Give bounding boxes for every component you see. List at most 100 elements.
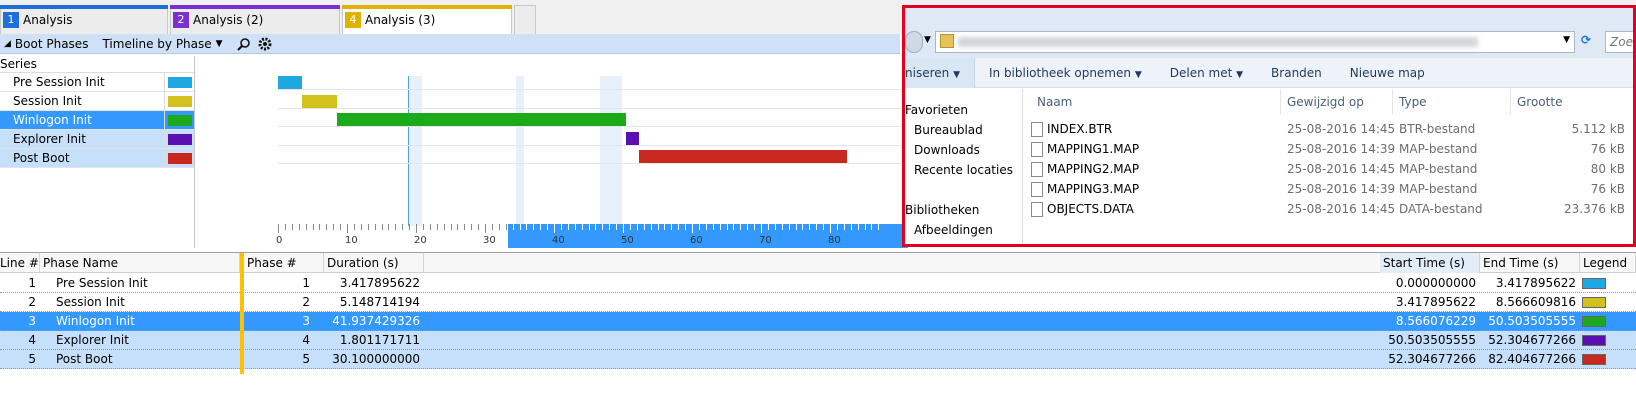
col-line[interactable]: Line # [0, 253, 40, 273]
gridline [278, 144, 908, 146]
axis-tick [429, 224, 431, 230]
table-row[interactable]: 3 Winlogon Init 3 41.937429326 8.566076229 50… [0, 312, 1636, 331]
axis-tick [526, 224, 528, 230]
search-input[interactable]: Zoek [1605, 31, 1633, 53]
selection-shade [600, 76, 622, 226]
col-phase-num[interactable]: Phase # [244, 253, 324, 273]
timeline-bar-winlogon-init[interactable] [337, 113, 627, 126]
axis-tick [367, 224, 369, 230]
search-button[interactable] [236, 37, 251, 51]
favorites-header[interactable]: Favorieten [905, 100, 1022, 120]
axis-tick-label: 60 [690, 235, 703, 246]
table-row[interactable]: 4 Explorer Init 4 1.801171711 50.503505555 52… [0, 331, 1636, 350]
series-swatch[interactable] [168, 77, 192, 88]
share-with-button[interactable]: Delen met ▼ [1156, 58, 1257, 88]
back-button[interactable] [905, 31, 923, 53]
x-axis[interactable]: 0 10 20 30 40 50 60 70 80 [276, 224, 908, 248]
series-item[interactable]: Explorer Init [0, 130, 194, 149]
col-size[interactable]: Grootte [1511, 89, 1633, 115]
cell-duration: 1.801171711 [339, 333, 420, 347]
address-field[interactable]: ▼ [935, 31, 1575, 53]
graph-collapse[interactable]: ◢ Boot Phases [4, 37, 88, 51]
series-swatch[interactable] [168, 153, 192, 164]
command-bar: niseren ▼ In bibliotheek opnemen ▼ Delen… [905, 57, 1633, 88]
file-row[interactable]: OBJECTS.DATA 25-08-2016 14:45 DATA-bestand… [1023, 199, 1633, 219]
table-row[interactable]: 5 Post Boot 5 30.100000000 52.304677266 82.40… [0, 350, 1636, 369]
new-tab-button[interactable] [514, 5, 536, 34]
axis-tick [278, 224, 279, 233]
axis-tick [333, 224, 335, 230]
file-modified: 25-08-2016 14:39 [1287, 182, 1396, 196]
col-name[interactable]: Naam [1031, 89, 1281, 115]
nav-item-afbeeldingen[interactable]: Afbeeldingen [905, 220, 1022, 240]
file-type: MAP-bestand [1399, 142, 1478, 156]
timeline-bar-explorer-init[interactable] [626, 131, 639, 145]
nav-item-recent[interactable]: Recente locaties [905, 160, 1022, 180]
legend-swatch [1582, 297, 1606, 308]
col-phase-name[interactable]: Phase Name [40, 253, 240, 273]
axis-tick [754, 224, 756, 230]
series-item[interactable]: Post Boot [0, 149, 194, 168]
libraries-header[interactable]: Bibliotheken [905, 200, 1022, 220]
file-row[interactable]: INDEX.BTR 25-08-2016 14:45 BTR-bestand 5.11… [1023, 119, 1633, 139]
tab-analysis-1[interactable]: 1 Analysis [0, 5, 168, 34]
axis-tick [595, 224, 597, 230]
col-duration[interactable]: Duration (s) [324, 253, 424, 273]
col-type[interactable]: Type [1393, 89, 1511, 115]
timeline-bar-post-boot[interactable] [638, 150, 847, 163]
chevron-down-icon: ▼ [215, 38, 223, 49]
settings-button[interactable] [257, 36, 273, 52]
file-type: MAP-bestand [1399, 182, 1478, 196]
timeline-bar-pre-session-init[interactable] [278, 76, 302, 89]
table-row[interactable]: 2 Session Init 2 5.148714194 3.417895622 8.56… [0, 293, 1636, 312]
axis-tick [850, 224, 852, 230]
history-chevron-icon[interactable]: ▼ [924, 35, 931, 45]
file-row[interactable]: MAPPING2.MAP 25-08-2016 14:45 MAP-bestand 8… [1023, 159, 1633, 179]
cell-duration: 41.937429326 [332, 314, 420, 328]
nav-item-bureaublad[interactable]: Bureaublad [905, 120, 1022, 140]
tab-analysis-3[interactable]: 4 Analysis (3) [342, 5, 512, 34]
axis-tick [457, 224, 459, 230]
table-row[interactable]: 1 Pre Session Init 1 3.417895622 0.000000000… [0, 274, 1636, 293]
axis-tick [830, 224, 831, 233]
axis-tick [353, 224, 355, 230]
axis-tick [402, 224, 404, 230]
axis-tick-label: 10 [345, 235, 358, 246]
series-swatch[interactable] [168, 134, 192, 145]
command-label: In bibliotheek opnemen [988, 65, 1131, 80]
organize-button[interactable]: niseren ▼ [905, 57, 975, 88]
series-swatch[interactable] [168, 115, 192, 126]
col-modified[interactable]: Gewijzigd op [1281, 89, 1393, 115]
series-legend-panel: Series Pre Session Init Session Init Win… [0, 56, 195, 248]
view-preset-dropdown[interactable]: Timeline by Phase ▼ [102, 37, 222, 51]
file-row[interactable]: MAPPING1.MAP 25-08-2016 14:39 MAP-bestand 7… [1023, 139, 1633, 159]
col-end-time[interactable]: End Time (s) [1480, 253, 1580, 273]
refresh-icon[interactable]: ⟳ [1581, 33, 1591, 47]
axis-tick [636, 224, 638, 230]
legend-swatch [1582, 335, 1606, 346]
axis-tick-label: 30 [483, 235, 496, 246]
series-item[interactable]: Pre Session Init [0, 73, 194, 92]
axis-tick [360, 224, 362, 230]
axis-tick [491, 224, 493, 230]
series-item-selected[interactable]: Winlogon Init [0, 111, 194, 130]
axis-tick [471, 224, 473, 230]
series-item[interactable]: Session Init [0, 92, 194, 111]
include-in-library-button[interactable]: In bibliotheek opnemen ▼ [975, 58, 1156, 88]
timeline-bar-session-init[interactable] [301, 94, 338, 108]
timeline-chart[interactable]: 0 10 20 30 40 50 60 70 80 [196, 56, 908, 248]
file-row[interactable]: MAPPING3.MAP 25-08-2016 14:39 MAP-bestand 7… [1023, 179, 1633, 199]
cell-phase: 3 [302, 314, 310, 328]
series-swatch[interactable] [168, 96, 192, 107]
axis-tick [643, 224, 645, 230]
col-start-time[interactable]: Start Time (s) [1380, 253, 1480, 273]
tab-analysis-2[interactable]: 2 Analysis (2) [170, 5, 340, 34]
new-folder-button[interactable]: Nieuwe map [1336, 58, 1439, 88]
chevron-down-icon[interactable]: ▼ [1563, 35, 1570, 45]
gridline [278, 89, 908, 90]
file-icon [1031, 142, 1043, 157]
col-legend[interactable]: Legend [1580, 253, 1636, 273]
nav-item-downloads[interactable]: Downloads [905, 140, 1022, 160]
burn-button[interactable]: Branden [1257, 58, 1336, 88]
view-preset-label: Timeline by Phase [102, 36, 212, 51]
